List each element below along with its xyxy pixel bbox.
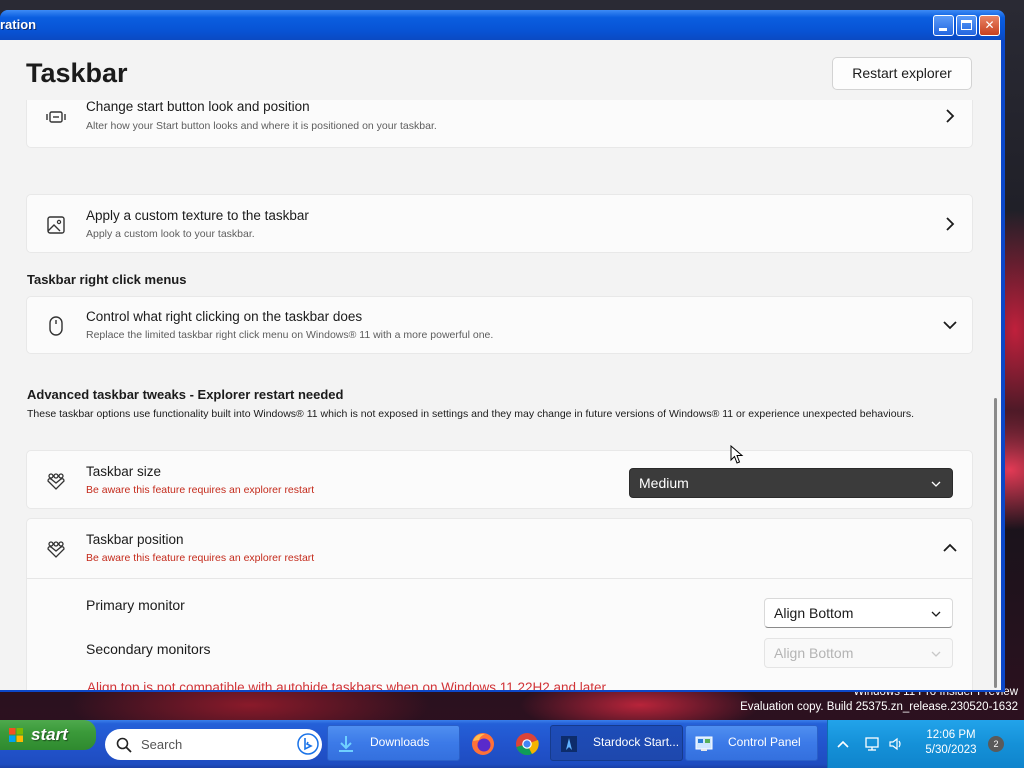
taskbar-item-label: Downloads bbox=[370, 735, 430, 749]
taskbar-item-control-panel[interactable]: Control Panel bbox=[685, 725, 818, 761]
notification-badge[interactable]: 2 bbox=[988, 736, 1004, 752]
firefox-icon[interactable] bbox=[470, 731, 496, 757]
start-button-card[interactable]: Change start button look and position Al… bbox=[26, 100, 973, 148]
mouse-icon bbox=[49, 316, 63, 336]
taskbar-search-box[interactable]: Search bbox=[105, 729, 322, 760]
page-title: Taskbar bbox=[26, 58, 128, 88]
chevron-right-icon[interactable] bbox=[942, 216, 958, 232]
start-label: start bbox=[31, 725, 68, 744]
taskbar-clock[interactable]: 12:06 PM 5/30/2023 bbox=[916, 728, 986, 758]
taskbar-size-card: Taskbar size Be aware this feature requi… bbox=[26, 450, 973, 509]
tweak-icon bbox=[47, 473, 65, 490]
chrome-icon[interactable] bbox=[514, 731, 540, 757]
right-click-card-desc: Replace the limited taskbar right click … bbox=[86, 329, 494, 341]
restart-explorer-button[interactable]: Restart explorer bbox=[832, 57, 972, 90]
secondary-monitors-value: Align Bottom bbox=[774, 645, 854, 661]
app-window: ration ✕ Taskbar Restart explorer Change… bbox=[0, 10, 1005, 692]
chevron-up-icon[interactable] bbox=[942, 540, 958, 556]
divider bbox=[27, 578, 972, 579]
search-icon bbox=[116, 737, 132, 753]
maximize-icon bbox=[961, 20, 972, 30]
window-title: ration bbox=[0, 17, 37, 32]
align-top-note: Align top is not compatible with autohid… bbox=[87, 680, 610, 690]
clock-time: 12:06 PM bbox=[926, 729, 976, 741]
mouse-cursor-icon bbox=[730, 445, 744, 464]
minimize-icon bbox=[939, 28, 947, 31]
folder-download-icon bbox=[339, 736, 353, 752]
watermark-line2: Evaluation copy. Build 25375.zn_release.… bbox=[740, 701, 1018, 713]
start-button[interactable]: start bbox=[0, 720, 96, 750]
taskbar-size-dropdown[interactable]: Medium bbox=[629, 468, 953, 498]
secondary-monitors-dropdown: Align Bottom bbox=[764, 638, 953, 668]
chevron-down-icon bbox=[931, 481, 941, 487]
right-click-card[interactable]: Control what right clicking on the taskb… bbox=[26, 296, 973, 354]
image-icon bbox=[47, 216, 65, 234]
advanced-heading: Advanced taskbar tweaks - Explorer resta… bbox=[27, 387, 344, 402]
stardock-icon bbox=[561, 736, 577, 752]
right-click-menus-heading: Taskbar right click menus bbox=[27, 272, 187, 287]
os-taskbar: start Search Downloads Stardock Start...… bbox=[0, 720, 1024, 768]
window-client: Taskbar Restart explorer Change start bu… bbox=[0, 40, 1001, 690]
taskbar-size-title: Taskbar size bbox=[86, 464, 162, 479]
settings-scroll-area[interactable]: Change start button look and position Al… bbox=[0, 100, 1001, 690]
system-tray: 12:06 PM 5/30/2023 2 bbox=[827, 720, 1024, 768]
control-panel-icon bbox=[695, 736, 713, 751]
minimize-button[interactable] bbox=[933, 15, 954, 36]
primary-monitor-value: Align Bottom bbox=[774, 605, 854, 621]
right-click-card-title: Control what right clicking on the taskb… bbox=[86, 309, 363, 324]
taskbar-item-downloads[interactable]: Downloads bbox=[327, 725, 460, 761]
taskbar-position-title: Taskbar position bbox=[86, 532, 184, 547]
start-button-card-desc: Alter how your Start button looks and wh… bbox=[86, 120, 437, 132]
start-button-card-title: Change start button look and position bbox=[86, 100, 310, 114]
texture-card-title: Apply a custom texture to the taskbar bbox=[86, 208, 309, 223]
taskbar-position-warning: Be aware this feature requires an explor… bbox=[86, 552, 315, 564]
chevron-up-icon[interactable] bbox=[835, 736, 851, 752]
chevron-down-icon bbox=[931, 611, 941, 617]
taskbar-item-stardock-start[interactable]: Stardock Start... bbox=[550, 725, 683, 761]
search-placeholder: Search bbox=[141, 737, 183, 752]
advanced-description: These taskbar options use functionality … bbox=[27, 408, 915, 420]
chevron-right-icon[interactable] bbox=[942, 108, 958, 124]
close-icon: ✕ bbox=[984, 18, 995, 32]
bing-icon[interactable] bbox=[297, 733, 319, 755]
start-button-icon bbox=[46, 111, 66, 123]
maximize-button[interactable] bbox=[956, 15, 977, 36]
title-bar[interactable]: ration ✕ bbox=[0, 10, 1005, 40]
taskbar-item-label: Control Panel bbox=[728, 735, 801, 749]
texture-card-desc: Apply a custom look to your taskbar. bbox=[86, 228, 255, 240]
tweak-icon bbox=[47, 541, 65, 558]
volume-icon[interactable] bbox=[888, 736, 904, 752]
primary-monitor-dropdown[interactable]: Align Bottom bbox=[764, 598, 953, 628]
texture-card[interactable]: Apply a custom texture to the taskbar Ap… bbox=[26, 194, 973, 253]
network-icon[interactable] bbox=[864, 736, 880, 752]
clock-date: 5/30/2023 bbox=[925, 744, 977, 756]
taskbar-size-warning: Be aware this feature requires an explor… bbox=[86, 484, 315, 496]
windows-flag-icon bbox=[9, 728, 23, 742]
primary-monitor-label: Primary monitor bbox=[86, 597, 185, 613]
close-button[interactable]: ✕ bbox=[979, 15, 1000, 36]
taskbar-size-value: Medium bbox=[639, 475, 689, 491]
chevron-down-icon[interactable] bbox=[942, 317, 958, 333]
chevron-down-icon bbox=[931, 651, 941, 657]
secondary-monitors-label: Secondary monitors bbox=[86, 641, 211, 657]
vertical-scrollbar[interactable] bbox=[994, 398, 997, 688]
taskbar-item-label: Stardock Start... bbox=[593, 735, 680, 749]
